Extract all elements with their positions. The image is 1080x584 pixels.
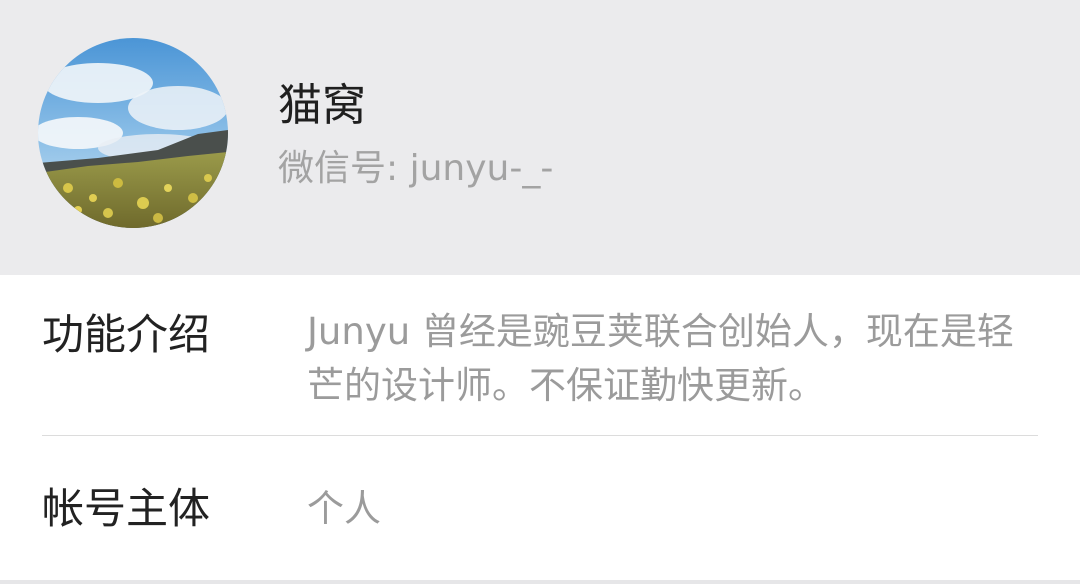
- wechat-id[interactable]: 微信号: junyu-_-: [278, 145, 553, 193]
- profile-avatar[interactable]: [38, 38, 228, 228]
- entity-label: 帐号主体: [42, 484, 211, 533]
- entity-value: 个人: [307, 487, 381, 530]
- intro-value: Junyu 曾经是豌豆荚联合创始人，现在是轻芒的设计师。不保证勤快更新。: [307, 310, 1014, 407]
- landscape-avatar-icon: [38, 38, 228, 228]
- profile-header: 猫窝 微信号: junyu-_-: [0, 0, 1080, 275]
- account-name: 猫窝: [278, 80, 366, 131]
- row-divider: [42, 435, 1038, 436]
- bottom-divider: [0, 580, 1080, 584]
- intro-label: 功能介绍: [42, 310, 211, 359]
- account-info-card: 功能介绍 Junyu 曾经是豌豆荚联合创始人，现在是轻芒的设计师。不保证勤快更新…: [0, 275, 1080, 580]
